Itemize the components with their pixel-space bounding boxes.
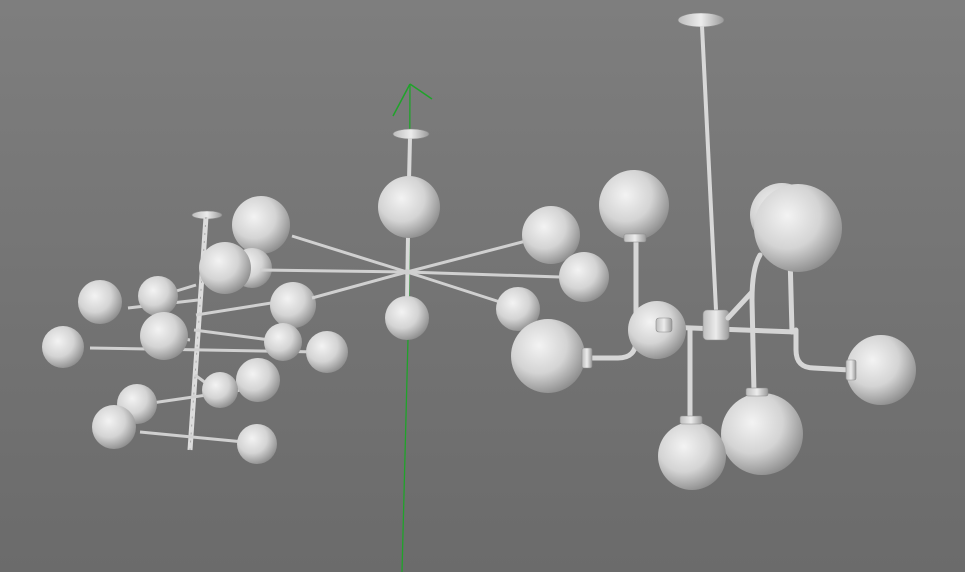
globe-bulb	[199, 242, 251, 294]
globe-bulb	[232, 196, 290, 254]
globe-bulb	[754, 184, 842, 272]
globe-bulb	[522, 206, 580, 264]
globe-bulb	[658, 422, 726, 490]
center-hub	[702, 309, 730, 341]
globe-bulb	[846, 335, 916, 405]
scene-canvas[interactable]	[0, 0, 965, 572]
center-rod	[187, 216, 209, 451]
drop-rod	[407, 137, 412, 181]
globe-bulb	[721, 393, 803, 475]
globe-bulb	[140, 312, 188, 360]
globe-bulb	[378, 176, 440, 238]
chandelier-left[interactable]	[42, 196, 348, 464]
globe-bulb	[138, 276, 178, 316]
globe-bulb	[306, 331, 348, 373]
globe-bulb	[236, 358, 280, 402]
globe-bulb	[202, 372, 238, 408]
globes	[378, 176, 609, 340]
y-axis-line	[401, 299, 410, 572]
globe-bulb	[559, 252, 609, 302]
globe-bulb	[511, 319, 585, 393]
globe-bulb	[237, 424, 277, 464]
green-arrow-icon[interactable]	[392, 83, 433, 117]
globe-bulb	[264, 323, 302, 361]
ceiling-canopy	[392, 128, 430, 140]
globe-bulb	[599, 170, 669, 240]
globe-bulb	[270, 282, 316, 328]
globe-bulb	[92, 405, 136, 449]
globe-bulb	[385, 296, 429, 340]
drop-rod	[700, 25, 718, 311]
hub	[404, 269, 410, 275]
3d-viewport[interactable]	[0, 0, 965, 572]
globe-bulb	[42, 326, 84, 368]
globe-bulb	[78, 280, 122, 324]
ceiling-canopy	[677, 12, 725, 28]
